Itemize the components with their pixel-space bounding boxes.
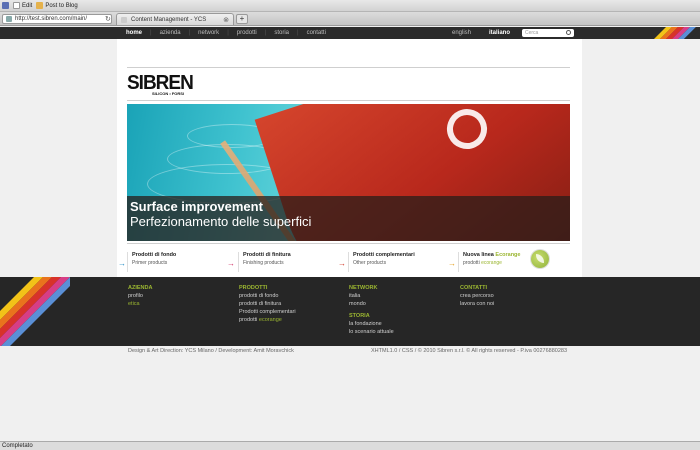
- site-top-bar: home | azienda | network | prodotti | st…: [0, 27, 700, 39]
- footer-link[interactable]: profilo: [128, 292, 152, 300]
- product-subtitle-brand: ecorange: [481, 260, 502, 266]
- product-title: Prodotti di fondo: [132, 252, 177, 258]
- product-links: → Prodotti di fondo Primer products → Pr…: [117, 248, 582, 278]
- product-subtitle: Finishing products: [243, 260, 284, 266]
- divider: [127, 100, 570, 101]
- hero-banner: Surface improvement Perfezionamento dell…: [127, 104, 570, 241]
- footer-link[interactable]: Prodotti complementari: [239, 308, 296, 316]
- tab-favicon: [121, 16, 127, 23]
- footer-link[interactable]: lo scenario attuale: [349, 328, 394, 336]
- arrow-right-icon: →: [338, 259, 346, 268]
- product-title: Prodotti complementari: [353, 252, 415, 258]
- bookmark-edit[interactable]: Edit: [13, 2, 32, 9]
- arrow-right-icon: →: [227, 259, 235, 268]
- browser-status-bar: Completato: [0, 441, 700, 450]
- reload-icon[interactable]: ↻: [105, 15, 111, 23]
- product-link-finitura[interactable]: Prodotti di finitura Finishing products: [238, 252, 291, 272]
- language-english[interactable]: english: [452, 27, 471, 39]
- bookmark-firefox[interactable]: [2, 2, 9, 9]
- product-subtitle: Primer products: [132, 260, 168, 266]
- new-tab-button[interactable]: +: [236, 14, 248, 24]
- nav-prodotti[interactable]: prodotti: [237, 30, 257, 36]
- footer-link[interactable]: crea percorso: [460, 292, 494, 300]
- hero-title-italian: Perfezionamento delle superfici: [130, 214, 312, 229]
- footer-link[interactable]: lavora con noi: [460, 300, 494, 308]
- bookmark-post-to-blog[interactable]: Post to Blog: [36, 2, 78, 9]
- nav-azienda[interactable]: azienda: [160, 30, 181, 36]
- page-icon: [13, 2, 20, 9]
- nav-contatti[interactable]: contatti: [307, 30, 326, 36]
- product-subtitle: Other products: [353, 260, 387, 266]
- product-title: Nuova linea Ecorange: [463, 252, 520, 258]
- nav-storia[interactable]: storia: [274, 30, 289, 36]
- credits-text: Design & Art Direction: YCS Milano / Dev…: [128, 348, 294, 354]
- nav-separator: |: [227, 30, 229, 36]
- decorative-stripes-footer: [0, 277, 70, 346]
- footer-link[interactable]: mondo: [349, 300, 394, 308]
- bookmark-post-label: Post to Blog: [45, 2, 78, 9]
- product-title-prefix: Nuova linea: [463, 252, 494, 258]
- hero-caption: Surface improvement Perfezionamento dell…: [127, 196, 570, 241]
- bookmark-edit-label: Edit: [22, 2, 33, 9]
- address-url: http://test.sibren.com/main/: [15, 16, 88, 22]
- product-title-brand: Ecorange: [495, 252, 521, 258]
- footer-col-contatti: CONTATTI crea percorso lavora con noi: [460, 284, 494, 308]
- footer-link[interactable]: etica: [128, 300, 152, 308]
- arrow-right-icon: →: [118, 259, 126, 268]
- footer-col-azienda: AZIENDA profilo etica: [128, 284, 152, 308]
- tab-title: Content Management - YCS: [131, 16, 207, 23]
- footer-heading: NETWORK: [349, 285, 378, 291]
- footer-col-prodotti: PRODOTTI prodotti di fondo prodotti di f…: [239, 284, 296, 324]
- nav-separator: |: [150, 30, 152, 36]
- footer-link[interactable]: la fondazione: [349, 320, 394, 328]
- search-icon[interactable]: [566, 30, 571, 35]
- nav-network[interactable]: network: [198, 30, 219, 36]
- browser-tab[interactable]: Content Management - YCS ⊗: [116, 13, 234, 25]
- content-card: SIBREN SILICON • FORSI Surface improveme…: [117, 39, 582, 277]
- product-link-fondo[interactable]: Prodotti di fondo Primer products: [127, 252, 176, 272]
- nav-home[interactable]: home: [126, 30, 142, 36]
- wordpress-icon: [36, 2, 44, 9]
- search-placeholder: Cerca: [525, 30, 539, 36]
- tab-close-icon[interactable]: ⊗: [223, 16, 229, 24]
- site-favicon: [6, 16, 12, 22]
- site-footer: AZIENDA profilo etica PRODOTTI prodotti …: [0, 277, 700, 346]
- nav-separator: |: [188, 30, 191, 36]
- sibren-logo[interactable]: SIBREN SILICON • FORSI: [127, 72, 194, 96]
- footer-link[interactable]: prodotti di fondo: [239, 292, 296, 300]
- search-input[interactable]: Cerca: [522, 29, 574, 37]
- decorative-stripes-top: [640, 27, 700, 39]
- address-bar[interactable]: http://test.sibren.com/main/: [2, 14, 112, 24]
- footer-heading: CONTATTI: [460, 285, 487, 291]
- footer-col-network: NETWORK italia mondo STORIA la fondazion…: [349, 284, 394, 336]
- hero-title-english: Surface improvement: [130, 199, 263, 214]
- footer-heading: PRODOTTI: [239, 285, 268, 291]
- divider: [127, 243, 570, 244]
- nav-separator: |: [264, 30, 267, 36]
- logo-subtext: SILICON • FORSI: [152, 91, 185, 96]
- footer-link[interactable]: prodotti ecorange: [239, 316, 296, 324]
- main-nav: home | azienda | network | prodotti | st…: [126, 27, 326, 39]
- bookmarks-bar: Edit Post to Blog: [0, 0, 700, 12]
- footer-link[interactable]: italia: [349, 292, 394, 300]
- product-subtitle-prefix: prodotti: [463, 260, 480, 266]
- firefox-icon: [2, 2, 9, 9]
- footer-heading: STORIA: [349, 313, 370, 319]
- arrow-right-icon: →: [448, 259, 456, 268]
- product-link-ecorange[interactable]: Nuova linea Ecorange prodotti ecorange: [458, 252, 520, 272]
- footer-heading: AZIENDA: [128, 285, 153, 291]
- footer-link-brand: ecorange: [258, 317, 282, 323]
- product-link-complementari[interactable]: Prodotti complementari Other products: [348, 252, 415, 272]
- footer-link[interactable]: prodotti di finitura: [239, 300, 296, 308]
- browser-tab-bar: http://test.sibren.com/main/ ↻ Content M…: [0, 12, 700, 26]
- copyright-text: XHTML1.0 / CSS / © 2010 Sibren s.r.l. © …: [371, 348, 568, 354]
- status-text: Completato: [2, 443, 33, 449]
- language-italiano[interactable]: italiano: [489, 27, 510, 39]
- ecorange-leaf-icon[interactable]: [531, 250, 549, 268]
- product-title: Prodotti di finitura: [243, 252, 291, 258]
- product-subtitle: prodotti ecorange: [463, 260, 520, 266]
- footer-link-prefix: prodotti: [239, 317, 258, 323]
- nav-separator: |: [297, 30, 299, 36]
- divider: [127, 67, 570, 68]
